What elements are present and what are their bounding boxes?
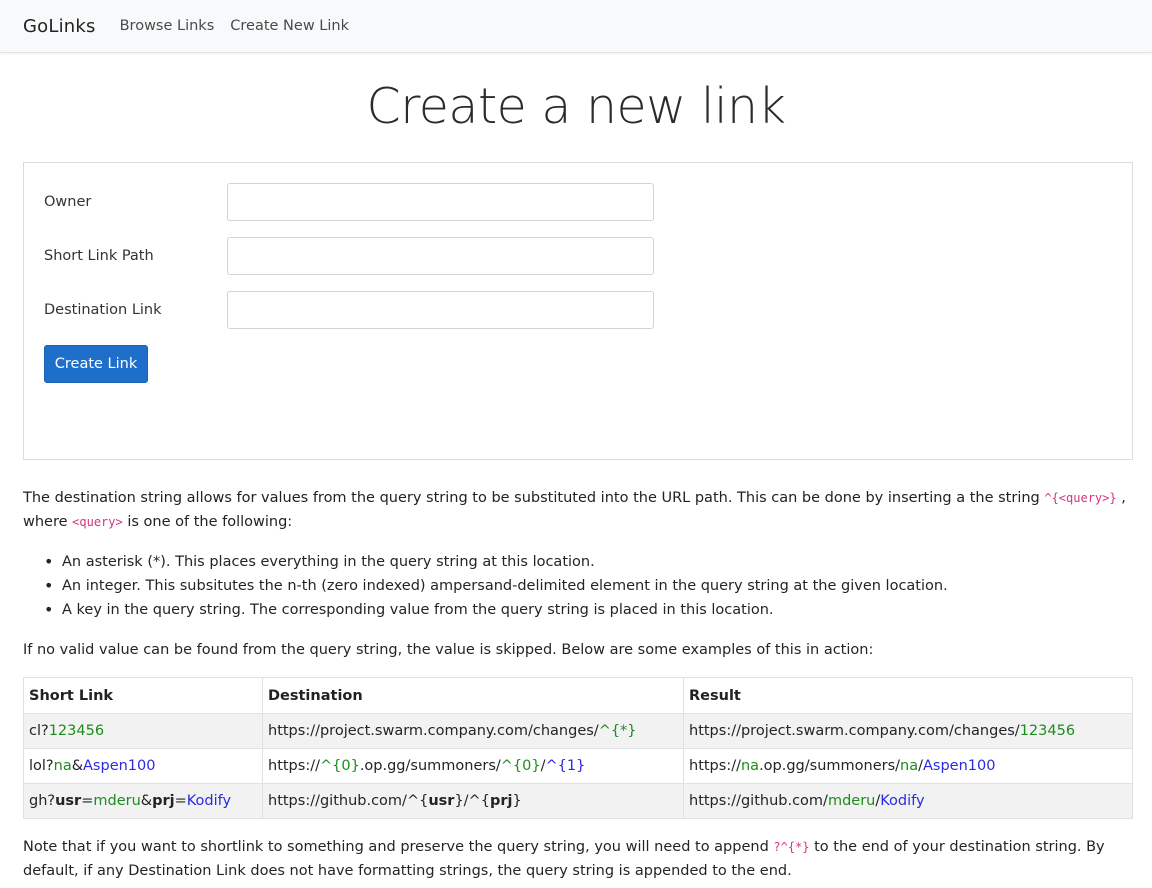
- list-item: An integer. This subsitutes the n-th (ze…: [40, 574, 948, 598]
- result-cell: https://na.op.gg/summoners/na/Aspen100: [683, 748, 1133, 784]
- short-link-cell: lol?na&Aspen100: [23, 748, 263, 784]
- short-link-cell: gh?usr=mderu&prj=Kodify: [23, 783, 263, 819]
- owner-row: Owner: [44, 183, 654, 221]
- destination-cell: https://^{0}.op.gg/summoners/^{0}/^{1}: [262, 748, 684, 784]
- help-intro-text: The destination string allows for values…: [23, 490, 1040, 506]
- result-text: https://github.com/: [689, 793, 828, 809]
- append-query-note: Note that if you want to shortlink to so…: [23, 835, 1133, 883]
- owner-input[interactable]: [227, 183, 654, 221]
- result-value: 123456: [1019, 723, 1076, 739]
- column-header-result: Result: [683, 677, 1133, 714]
- dest-token: ^{0}: [500, 758, 541, 774]
- query-key: prj: [152, 793, 175, 809]
- destination-row: Destination Link: [44, 291, 654, 329]
- query-value: mderu: [93, 793, 141, 809]
- dest-text: https://: [268, 758, 320, 774]
- dest-token: ^{*}: [598, 723, 637, 739]
- dest-token: usr: [428, 793, 455, 809]
- dest-text: }: [512, 793, 522, 809]
- nav-create-new-link[interactable]: Create New Link: [230, 18, 349, 34]
- owner-label: Owner: [44, 194, 92, 210]
- dest-token: prj: [489, 793, 513, 809]
- page-title: Create a new link: [366, 78, 786, 135]
- destination-label: Destination Link: [44, 302, 162, 318]
- dest-text: https://github.com/^{: [268, 793, 429, 809]
- query-value: 123456: [48, 723, 105, 739]
- dest-text: https://project.swarm.company.com/change…: [268, 723, 599, 739]
- separator: &: [71, 758, 84, 774]
- result-value: Aspen100: [923, 758, 996, 774]
- dest-token: ^{0}: [319, 758, 360, 774]
- result-value: mderu: [827, 793, 876, 809]
- short-path-input[interactable]: [227, 237, 654, 275]
- query-syntax-code: ^{<query>}: [1044, 491, 1117, 505]
- short-prefix: lol?: [29, 758, 54, 774]
- short-prefix: cl?: [29, 723, 49, 739]
- query-value: Kodify: [186, 793, 232, 809]
- column-header-short-link: Short Link: [23, 677, 263, 714]
- query-placeholder-code: <query>: [72, 515, 123, 529]
- help-intro: The destination string allows for values…: [23, 486, 1133, 534]
- result-value: Kodify: [880, 793, 925, 809]
- table-row: gh?usr=mderu&prj=Kodify https://github.c…: [23, 783, 1133, 819]
- destination-cell: https://github.com/^{usr}/^{prj}: [262, 783, 684, 819]
- query-value: Aspen100: [83, 758, 156, 774]
- result-cell: https://project.swarm.company.com/change…: [683, 713, 1133, 749]
- nav-browse-links[interactable]: Browse Links: [120, 18, 215, 34]
- table-row: lol?na&Aspen100 https://^{0}.op.gg/summo…: [23, 748, 1133, 784]
- dest-token: ^{1}: [545, 758, 586, 774]
- list-item: An asterisk (*). This places everything …: [40, 550, 948, 574]
- separator: =: [174, 793, 187, 809]
- short-prefix: gh?: [29, 793, 56, 809]
- destination-cell: https://project.swarm.company.com/change…: [262, 713, 684, 749]
- note-text: Note that if you want to shortlink to so…: [23, 839, 769, 855]
- short-path-row: Short Link Path: [44, 237, 654, 275]
- query-options-list: An asterisk (*). This places everything …: [40, 550, 948, 622]
- table-row: cl?123456 https://project.swarm.company.…: [23, 713, 1133, 749]
- dest-text: }/^{: [454, 793, 490, 809]
- short-link-cell: cl?123456: [23, 713, 263, 749]
- result-value: na: [740, 758, 760, 774]
- short-path-label: Short Link Path: [44, 248, 154, 264]
- query-value: na: [53, 758, 72, 774]
- navbar: GoLinks Browse Links Create New Link: [0, 0, 1152, 53]
- brand-logo[interactable]: GoLinks: [23, 16, 96, 37]
- help-where-text: where: [23, 514, 68, 530]
- result-text: .op.gg/summoners/: [759, 758, 901, 774]
- column-header-destination: Destination: [262, 677, 684, 714]
- query-key: usr: [55, 793, 82, 809]
- append-query-code: ?^{*}: [773, 840, 810, 854]
- separator: =: [81, 793, 94, 809]
- result-text: https://: [689, 758, 741, 774]
- destination-input[interactable]: [227, 291, 654, 329]
- table-header-row: Short Link Destination Result: [23, 677, 1133, 714]
- examples-intro: If no valid value can be found from the …: [23, 642, 874, 658]
- result-text: https://project.swarm.company.com/change…: [689, 723, 1020, 739]
- result-cell: https://github.com/mderu/Kodify: [683, 783, 1133, 819]
- help-comma: ,: [1121, 490, 1126, 506]
- result-value: na: [900, 758, 919, 774]
- help-where-rest: is one of the following:: [127, 514, 293, 530]
- create-link-form: Owner Short Link Path Destination Link C…: [23, 162, 1133, 460]
- separator: &: [140, 793, 153, 809]
- dest-text: .op.gg/summoners/: [359, 758, 501, 774]
- examples-table: Short Link Destination Result cl?123456 …: [23, 677, 1133, 819]
- list-item: A key in the query string. The correspon…: [40, 598, 948, 622]
- create-link-button[interactable]: Create Link: [44, 345, 148, 383]
